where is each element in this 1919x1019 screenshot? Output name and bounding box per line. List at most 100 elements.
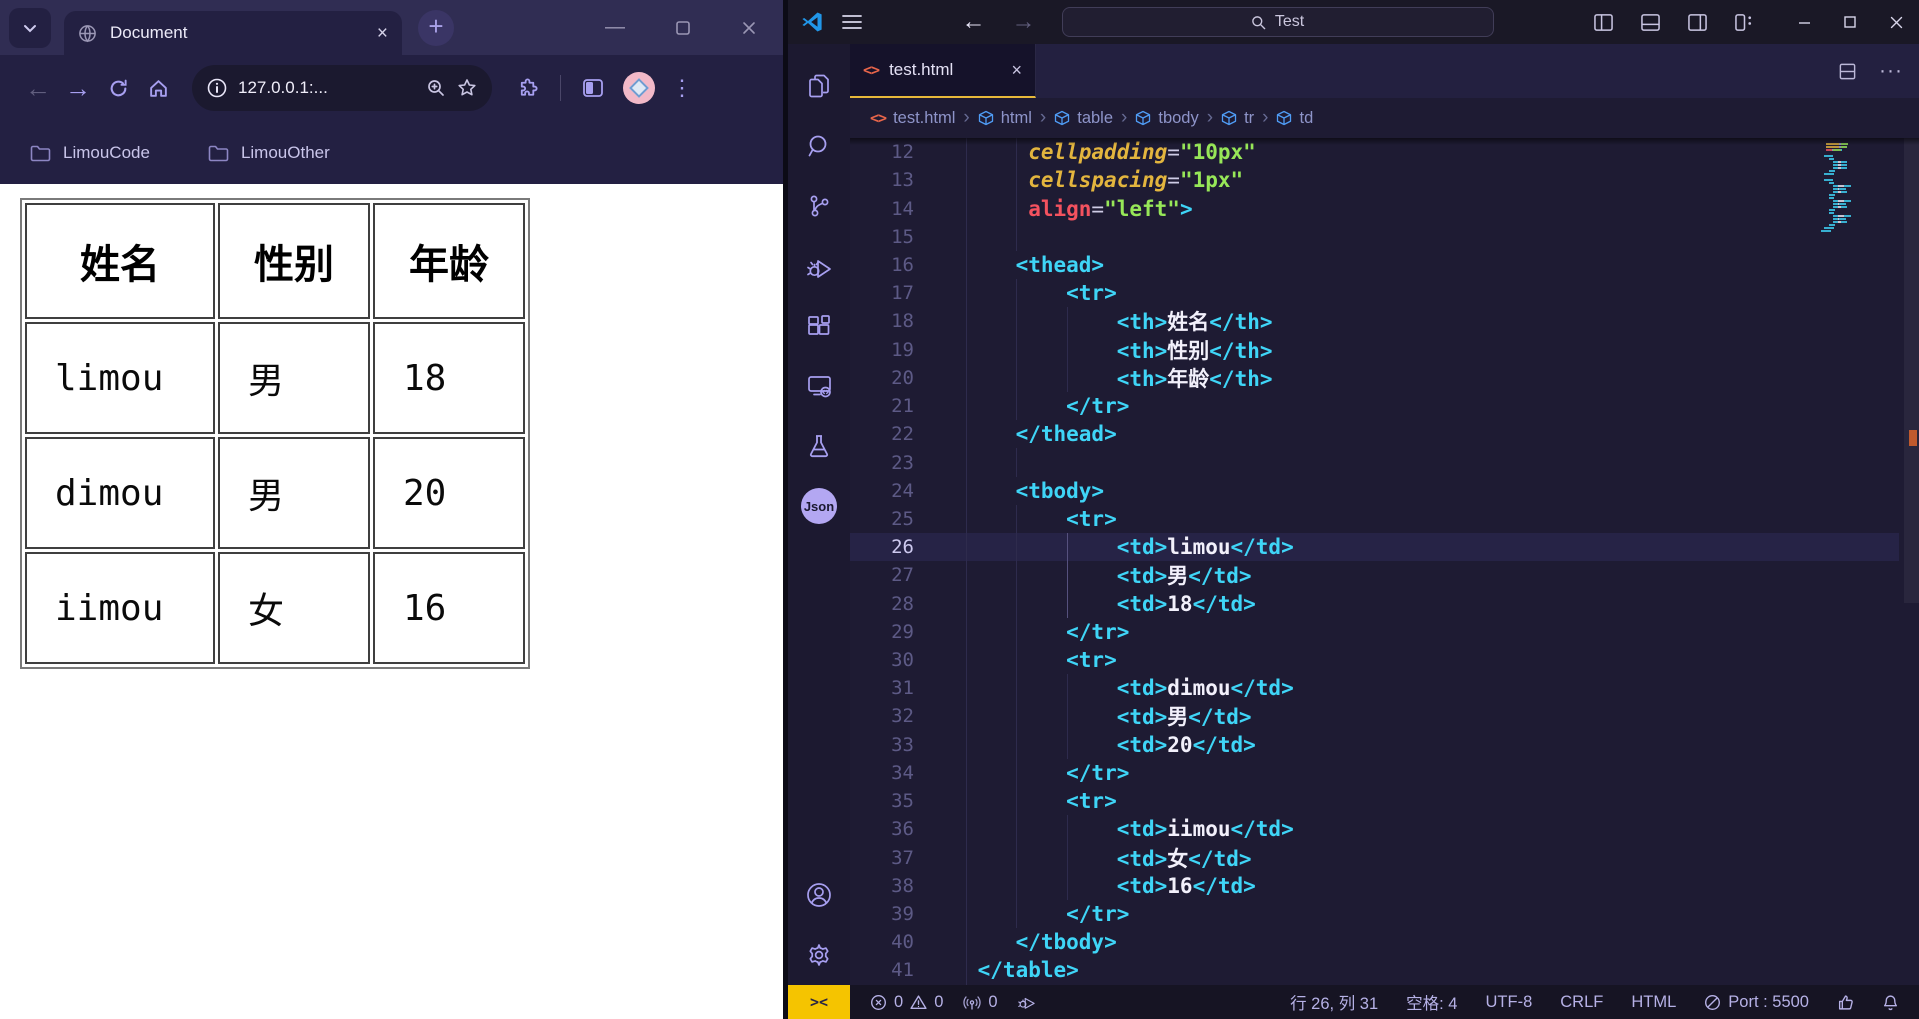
code-line-39[interactable]: 39</tr> bbox=[850, 900, 1899, 928]
browser-tab-document[interactable]: Document × bbox=[64, 11, 402, 55]
vscode-close-icon[interactable] bbox=[1873, 0, 1919, 44]
code-line-26[interactable]: 26<td>limou</td> bbox=[850, 533, 1899, 561]
code-editor[interactable]: 12cellpadding="10px"13cellspacing="1px"1… bbox=[850, 138, 1919, 985]
code-line-35[interactable]: 35<tr> bbox=[850, 787, 1899, 815]
accounts-button[interactable] bbox=[788, 865, 850, 925]
cursor-position[interactable]: 行 26, 列 31 bbox=[1290, 990, 1378, 1014]
breadcrumb-item-tbody[interactable]: tbody bbox=[1135, 109, 1198, 128]
code-line-27[interactable]: 27<td>男</td> bbox=[850, 561, 1899, 589]
code-line-23[interactable]: 23 bbox=[850, 448, 1899, 476]
breadcrumb-item-html[interactable]: html bbox=[978, 109, 1032, 128]
extensions-button[interactable] bbox=[508, 68, 548, 108]
vscode-minimize-icon[interactable] bbox=[1781, 0, 1827, 44]
new-tab-button[interactable]: + bbox=[418, 10, 454, 46]
bookmark-folder-LimouOther[interactable]: LimouOther bbox=[208, 143, 330, 163]
url-text[interactable]: 127.0.0.1:... bbox=[238, 78, 416, 98]
tab-search-button[interactable] bbox=[9, 8, 51, 48]
activity-remote-explorer[interactable] bbox=[788, 356, 850, 416]
breadcrumb-item-tr[interactable]: tr bbox=[1221, 109, 1254, 128]
code-line-12[interactable]: 12cellpadding="10px" bbox=[850, 138, 1899, 166]
code-line-16[interactable]: 16<thead> bbox=[850, 251, 1899, 279]
code-line-19[interactable]: 19<th>性别</th> bbox=[850, 336, 1899, 364]
more-actions-icon[interactable]: ··· bbox=[1879, 59, 1903, 83]
code-line-25[interactable]: 25<tr> bbox=[850, 505, 1899, 533]
maximize-icon[interactable] bbox=[675, 20, 691, 36]
activity-extensions[interactable] bbox=[788, 296, 850, 356]
close-icon[interactable] bbox=[741, 20, 757, 36]
profile-avatar[interactable] bbox=[623, 72, 655, 104]
side-panel-button[interactable] bbox=[573, 68, 613, 108]
address-bar[interactable]: 127.0.0.1:... bbox=[192, 65, 492, 111]
minimap[interactable] bbox=[1820, 143, 1902, 233]
indentation-status[interactable]: 空格: 4 bbox=[1406, 990, 1457, 1014]
reload-button[interactable] bbox=[98, 68, 138, 108]
code-line-17[interactable]: 17<tr> bbox=[850, 279, 1899, 307]
code-line-34[interactable]: 34</tr> bbox=[850, 759, 1899, 787]
code-line-24[interactable]: 24<tbody> bbox=[850, 477, 1899, 505]
code-line-40[interactable]: 40</tbody> bbox=[850, 928, 1899, 956]
page-table-head: 姓名性别年龄 bbox=[25, 203, 525, 319]
code-line-41[interactable]: 41</table> bbox=[850, 956, 1899, 984]
code-line-30[interactable]: 30<tr> bbox=[850, 646, 1899, 674]
feedback-button[interactable] bbox=[1837, 994, 1854, 1011]
notifications-button[interactable] bbox=[1882, 994, 1899, 1011]
code-line-37[interactable]: 37<td>女</td> bbox=[850, 843, 1899, 871]
activity-explorer[interactable] bbox=[788, 56, 850, 116]
activity-testing[interactable] bbox=[788, 416, 850, 476]
code-line-36[interactable]: 36<td>iimou</td> bbox=[850, 815, 1899, 843]
code-line-29[interactable]: 29</tr> bbox=[850, 618, 1899, 646]
toggle-sidebar-icon[interactable] bbox=[1593, 13, 1614, 32]
code-line-38[interactable]: 38<td>16</td> bbox=[850, 872, 1899, 900]
home-button[interactable] bbox=[138, 68, 178, 108]
activity-source-control[interactable] bbox=[788, 176, 850, 236]
eol-status[interactable]: CRLF bbox=[1560, 993, 1603, 1012]
command-center[interactable]: Test bbox=[1062, 7, 1494, 37]
code-line-31[interactable]: 31<td>dimou</td> bbox=[850, 674, 1899, 702]
code-line-21[interactable]: 21</tr> bbox=[850, 392, 1899, 420]
toggle-panel-icon[interactable] bbox=[1640, 13, 1661, 32]
code-line-28[interactable]: 28<td>18</td> bbox=[850, 590, 1899, 618]
back-button[interactable]: ← bbox=[18, 68, 58, 108]
go-back-icon[interactable]: ← bbox=[962, 8, 986, 36]
go-forward-icon[interactable]: → bbox=[1012, 8, 1036, 36]
code-text: <td>女</td> bbox=[1117, 843, 1252, 873]
live-server-port[interactable]: Port : 5500 bbox=[1704, 993, 1809, 1012]
settings-button[interactable] bbox=[788, 925, 850, 985]
problems-status[interactable]: 0 0 bbox=[870, 993, 943, 1012]
code-line-18[interactable]: 18<th>姓名</th> bbox=[850, 307, 1899, 335]
language-mode[interactable]: HTML bbox=[1631, 993, 1676, 1012]
editor-tab-close-icon[interactable]: × bbox=[1011, 60, 1022, 81]
breadcrumb-item-td[interactable]: td bbox=[1276, 109, 1313, 128]
tab-close-icon[interactable]: × bbox=[377, 24, 388, 43]
editor-tab-test-html[interactable]: <> test.html × bbox=[850, 44, 1036, 98]
code-line-15[interactable]: 15 bbox=[850, 223, 1899, 251]
vscode-maximize-icon[interactable] bbox=[1827, 0, 1873, 44]
scrollbar-thumb[interactable] bbox=[1904, 138, 1919, 603]
code-line-13[interactable]: 13cellspacing="1px" bbox=[850, 166, 1899, 194]
forward-button[interactable]: → bbox=[58, 68, 98, 108]
toggle-secondary-sidebar-icon[interactable] bbox=[1687, 13, 1708, 32]
ports-status[interactable]: 0 bbox=[963, 993, 997, 1012]
encoding-status[interactable]: UTF-8 bbox=[1486, 993, 1533, 1012]
customize-layout-icon[interactable] bbox=[1734, 13, 1755, 32]
code-line-22[interactable]: 22</thead> bbox=[850, 420, 1899, 448]
code-line-14[interactable]: 14align="left"> bbox=[850, 194, 1899, 222]
minimize-icon[interactable]: — bbox=[605, 16, 625, 39]
split-editor-icon[interactable] bbox=[1838, 62, 1857, 81]
remote-indicator[interactable]: >< bbox=[788, 985, 850, 1019]
breadcrumb-item-test.html[interactable]: <>test.html bbox=[870, 109, 955, 128]
activity-json[interactable]: Json bbox=[788, 476, 850, 536]
menu-hamburger-icon[interactable] bbox=[842, 14, 862, 30]
activity-run-debug[interactable] bbox=[788, 236, 850, 296]
bookmark-folder-LimouCode[interactable]: LimouCode bbox=[30, 143, 150, 163]
code-line-33[interactable]: 33<td>20</td> bbox=[850, 731, 1899, 759]
code-line-32[interactable]: 32<td>男</td> bbox=[850, 702, 1899, 730]
activity-search[interactable] bbox=[788, 116, 850, 176]
browser-menu-button[interactable]: ⋮ bbox=[665, 75, 699, 101]
zoom-icon[interactable] bbox=[426, 78, 446, 98]
code-line-20[interactable]: 20<th>年龄</th> bbox=[850, 364, 1899, 392]
bookmark-star-icon[interactable] bbox=[456, 77, 478, 99]
site-info-icon[interactable] bbox=[206, 77, 228, 99]
breadcrumb-item-table[interactable]: table bbox=[1054, 109, 1113, 128]
debug-status[interactable] bbox=[1018, 994, 1036, 1010]
